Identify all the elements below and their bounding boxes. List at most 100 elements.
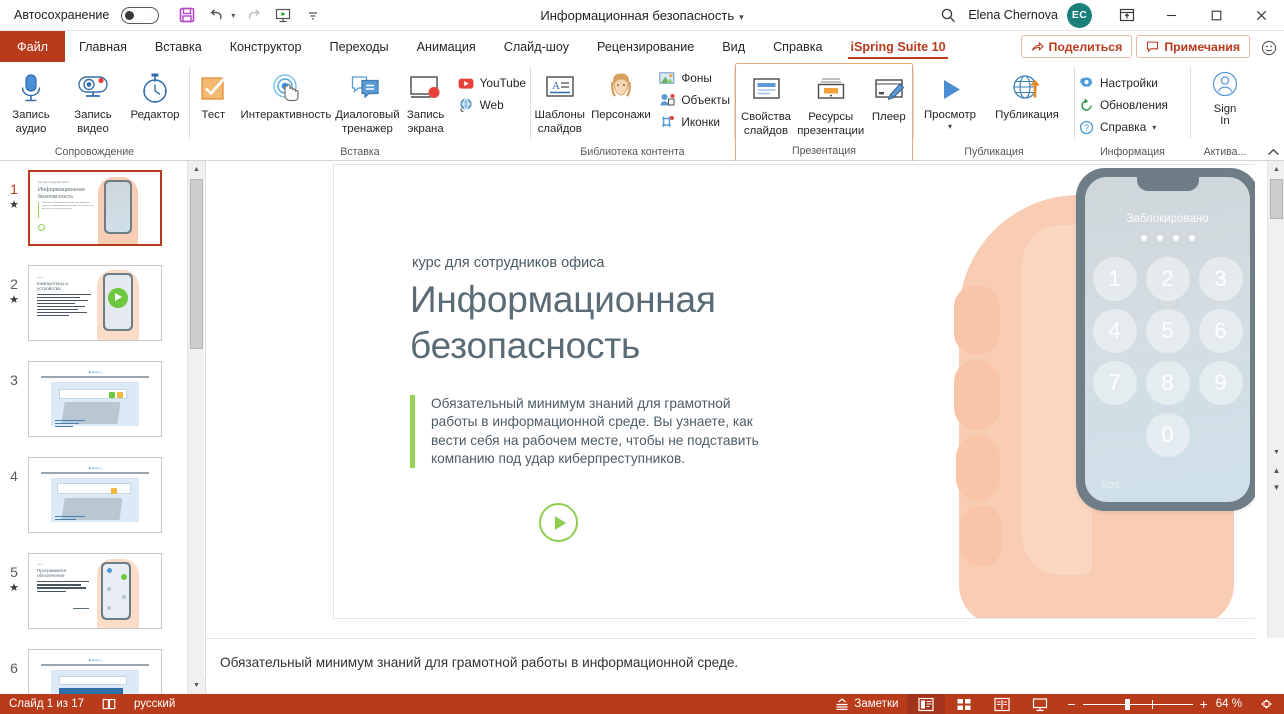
quiz-button[interactable]: Тест [190, 66, 237, 123]
help-dropdown-icon[interactable]: ▾ [1152, 123, 1156, 132]
tab-slideshow[interactable]: Слайд-шоу [490, 31, 583, 62]
undo-dropdown-icon[interactable]: ▾ [231, 11, 235, 20]
preview-button[interactable]: Просмотр ▾ [914, 66, 986, 130]
title-bar: Автосохранение ▾ Информационная безопасн… [0, 0, 1284, 31]
objects-icon [659, 93, 675, 107]
collapse-ribbon-icon[interactable] [1267, 147, 1280, 158]
tab-insert[interactable]: Вставка [141, 31, 216, 62]
zoom-slider-handle[interactable] [1124, 698, 1130, 710]
thumbnails-scroll-down-button[interactable]: ▼ [188, 677, 205, 694]
thumbnail-slide-5[interactable]: 5 ★ Урок 2 Программное обеспечение [0, 553, 186, 629]
editor-button[interactable]: Редактор [124, 66, 186, 123]
objects-button[interactable]: Объекты [655, 89, 734, 111]
avatar[interactable]: EC [1067, 2, 1092, 28]
spell-check-icon[interactable] [93, 694, 125, 714]
search-icon[interactable] [928, 7, 968, 24]
start-presentation-icon[interactable] [271, 3, 295, 27]
previous-slide-button[interactable]: ▲ [1268, 462, 1284, 479]
redo-icon[interactable] [241, 3, 265, 27]
screen-recording-button[interactable]: Запись экрана [400, 66, 452, 136]
thumbnail-slide-6[interactable]: 6 ▣ Диалог [0, 649, 186, 694]
tab-help[interactable]: Справка [759, 31, 836, 62]
notes-pane[interactable]: Обязательный минимум знаний для грамотно… [206, 638, 1255, 694]
undo-icon[interactable] [205, 3, 229, 27]
tab-home[interactable]: Главная [65, 31, 141, 62]
reading-view-icon[interactable] [983, 694, 1021, 714]
ribbon-display-options-icon[interactable] [1104, 7, 1149, 23]
settings-button[interactable]: Настройки [1075, 72, 1172, 94]
account-name[interactable]: Elena Chernova [968, 8, 1058, 22]
slide-scroll-down-button[interactable]: ▼ [1268, 444, 1284, 461]
thumbnail-slide-1[interactable]: 1 ★ курс для сотрудников офиса Информаци… [0, 170, 186, 246]
slide-templates-button[interactable]: A Шаблоны слайдов [531, 66, 588, 136]
language-indicator[interactable]: русский [125, 694, 184, 714]
publish-button[interactable]: Публикация [986, 66, 1068, 123]
slide-counter[interactable]: Слайд 1 из 17 [0, 694, 93, 714]
thumbnail-slide-3[interactable]: 3 ▣ Диалог [0, 361, 186, 437]
preview-dropdown-icon[interactable]: ▾ [948, 122, 952, 130]
sign-in-label: Sign In [1213, 103, 1237, 127]
icons-label: Иконки [681, 115, 720, 129]
tab-design[interactable]: Конструктор [216, 31, 316, 62]
zoom-percentage[interactable]: 64 % [1216, 698, 1250, 710]
slideshow-icon[interactable] [1021, 694, 1059, 714]
presentation-resources-button[interactable]: Ресурсы презентации [796, 68, 866, 138]
thumbnails-scroll-up-button[interactable]: ▲ [188, 161, 205, 178]
tab-file[interactable]: Файл [0, 31, 65, 62]
autosave-toggle[interactable] [121, 6, 160, 24]
slide-thumbnails-pane[interactable]: 1 ★ курс для сотрудников офиса Информаци… [0, 161, 186, 694]
player-button[interactable]: Плеер [866, 68, 912, 125]
zoom-slider[interactable]: − + [1059, 696, 1215, 712]
normal-view-icon[interactable] [907, 694, 946, 714]
zoom-slider-track[interactable] [1082, 698, 1193, 710]
thumbnails-scrollbar-thumb[interactable] [190, 179, 203, 349]
thumbnail-slide-4[interactable]: 4 ▣ Диалог [0, 457, 186, 533]
tab-ispring-suite[interactable]: iSpring Suite 10 [836, 31, 959, 62]
slide-scrollbar[interactable]: ▲ ▼ ▲ ▼ [1267, 161, 1284, 638]
user-account-icon [1209, 69, 1241, 99]
zoom-in-button[interactable]: + [1200, 696, 1208, 712]
slide-scrollbar-thumb[interactable] [1270, 179, 1283, 219]
slide-body-text: Обязательный минимум знаний для грамотно… [431, 396, 759, 466]
thumbnails-scrollbar[interactable]: ▲ ▼ [187, 161, 205, 694]
slide-sorter-icon[interactable] [945, 694, 983, 714]
save-icon[interactable] [175, 3, 199, 27]
next-slide-button[interactable]: ▼ [1268, 479, 1284, 496]
fit-to-window-icon[interactable] [1250, 694, 1284, 714]
slide-scroll-up-button[interactable]: ▲ [1268, 161, 1284, 178]
tab-transitions[interactable]: Переходы [316, 31, 403, 62]
youtube-button[interactable]: YouTube [454, 72, 530, 94]
sign-in-button[interactable]: Sign In [1196, 66, 1254, 127]
smiley-face-icon[interactable] [1254, 33, 1284, 62]
record-video-button[interactable]: Запись видео [62, 66, 124, 136]
close-button[interactable] [1239, 0, 1284, 31]
icons-button[interactable]: Иконки [655, 111, 734, 133]
maximize-button[interactable] [1194, 0, 1239, 31]
slide-canvas-area[interactable]: Заблокировано 1 2 3 4 5 6 7 8 9 0 SOS ку… [206, 161, 1255, 638]
web-button[interactable]: Web [454, 94, 530, 116]
notes-button[interactable]: Заметки [826, 694, 907, 714]
settings-label: Настройки [1100, 76, 1158, 90]
help-button[interactable]: ? Справка ▾ [1075, 116, 1172, 138]
minimize-button[interactable] [1149, 0, 1194, 31]
title-dropdown-icon[interactable]: ▾ [739, 12, 744, 22]
notes-text[interactable]: Обязательный минимум знаний для грамотно… [206, 639, 1255, 670]
zoom-out-button[interactable]: − [1067, 696, 1075, 712]
slide-canvas[interactable]: Заблокировано 1 2 3 4 5 6 7 8 9 0 SOS ку… [333, 164, 1255, 619]
tab-review[interactable]: Рецензирование [583, 31, 708, 62]
tab-animations[interactable]: Анимация [403, 31, 490, 62]
slide-properties-button[interactable]: Свойства слайдов [736, 68, 796, 138]
thumbnail-slide-2[interactable]: 2 ★ Урок 1 Компьютеры и устройства [0, 265, 186, 341]
share-button[interactable]: Поделиться [1020, 35, 1133, 58]
dialog-simulation-button[interactable]: Диалоговый тренажер [335, 66, 400, 136]
tab-view[interactable]: Вид [708, 31, 759, 62]
characters-button[interactable]: Персонажи [588, 66, 653, 123]
thumbnail-number: 6 [0, 649, 28, 676]
updates-button[interactable]: Обновления [1075, 94, 1172, 116]
backgrounds-button[interactable]: Фоны [655, 67, 734, 89]
play-button-icon[interactable] [539, 503, 578, 542]
interaction-button[interactable]: Интерактивность [237, 66, 336, 123]
customize-quick-access-icon[interactable] [301, 3, 325, 27]
record-audio-button[interactable]: Запись аудио [0, 66, 62, 136]
comments-button[interactable]: Примечания [1136, 35, 1250, 58]
